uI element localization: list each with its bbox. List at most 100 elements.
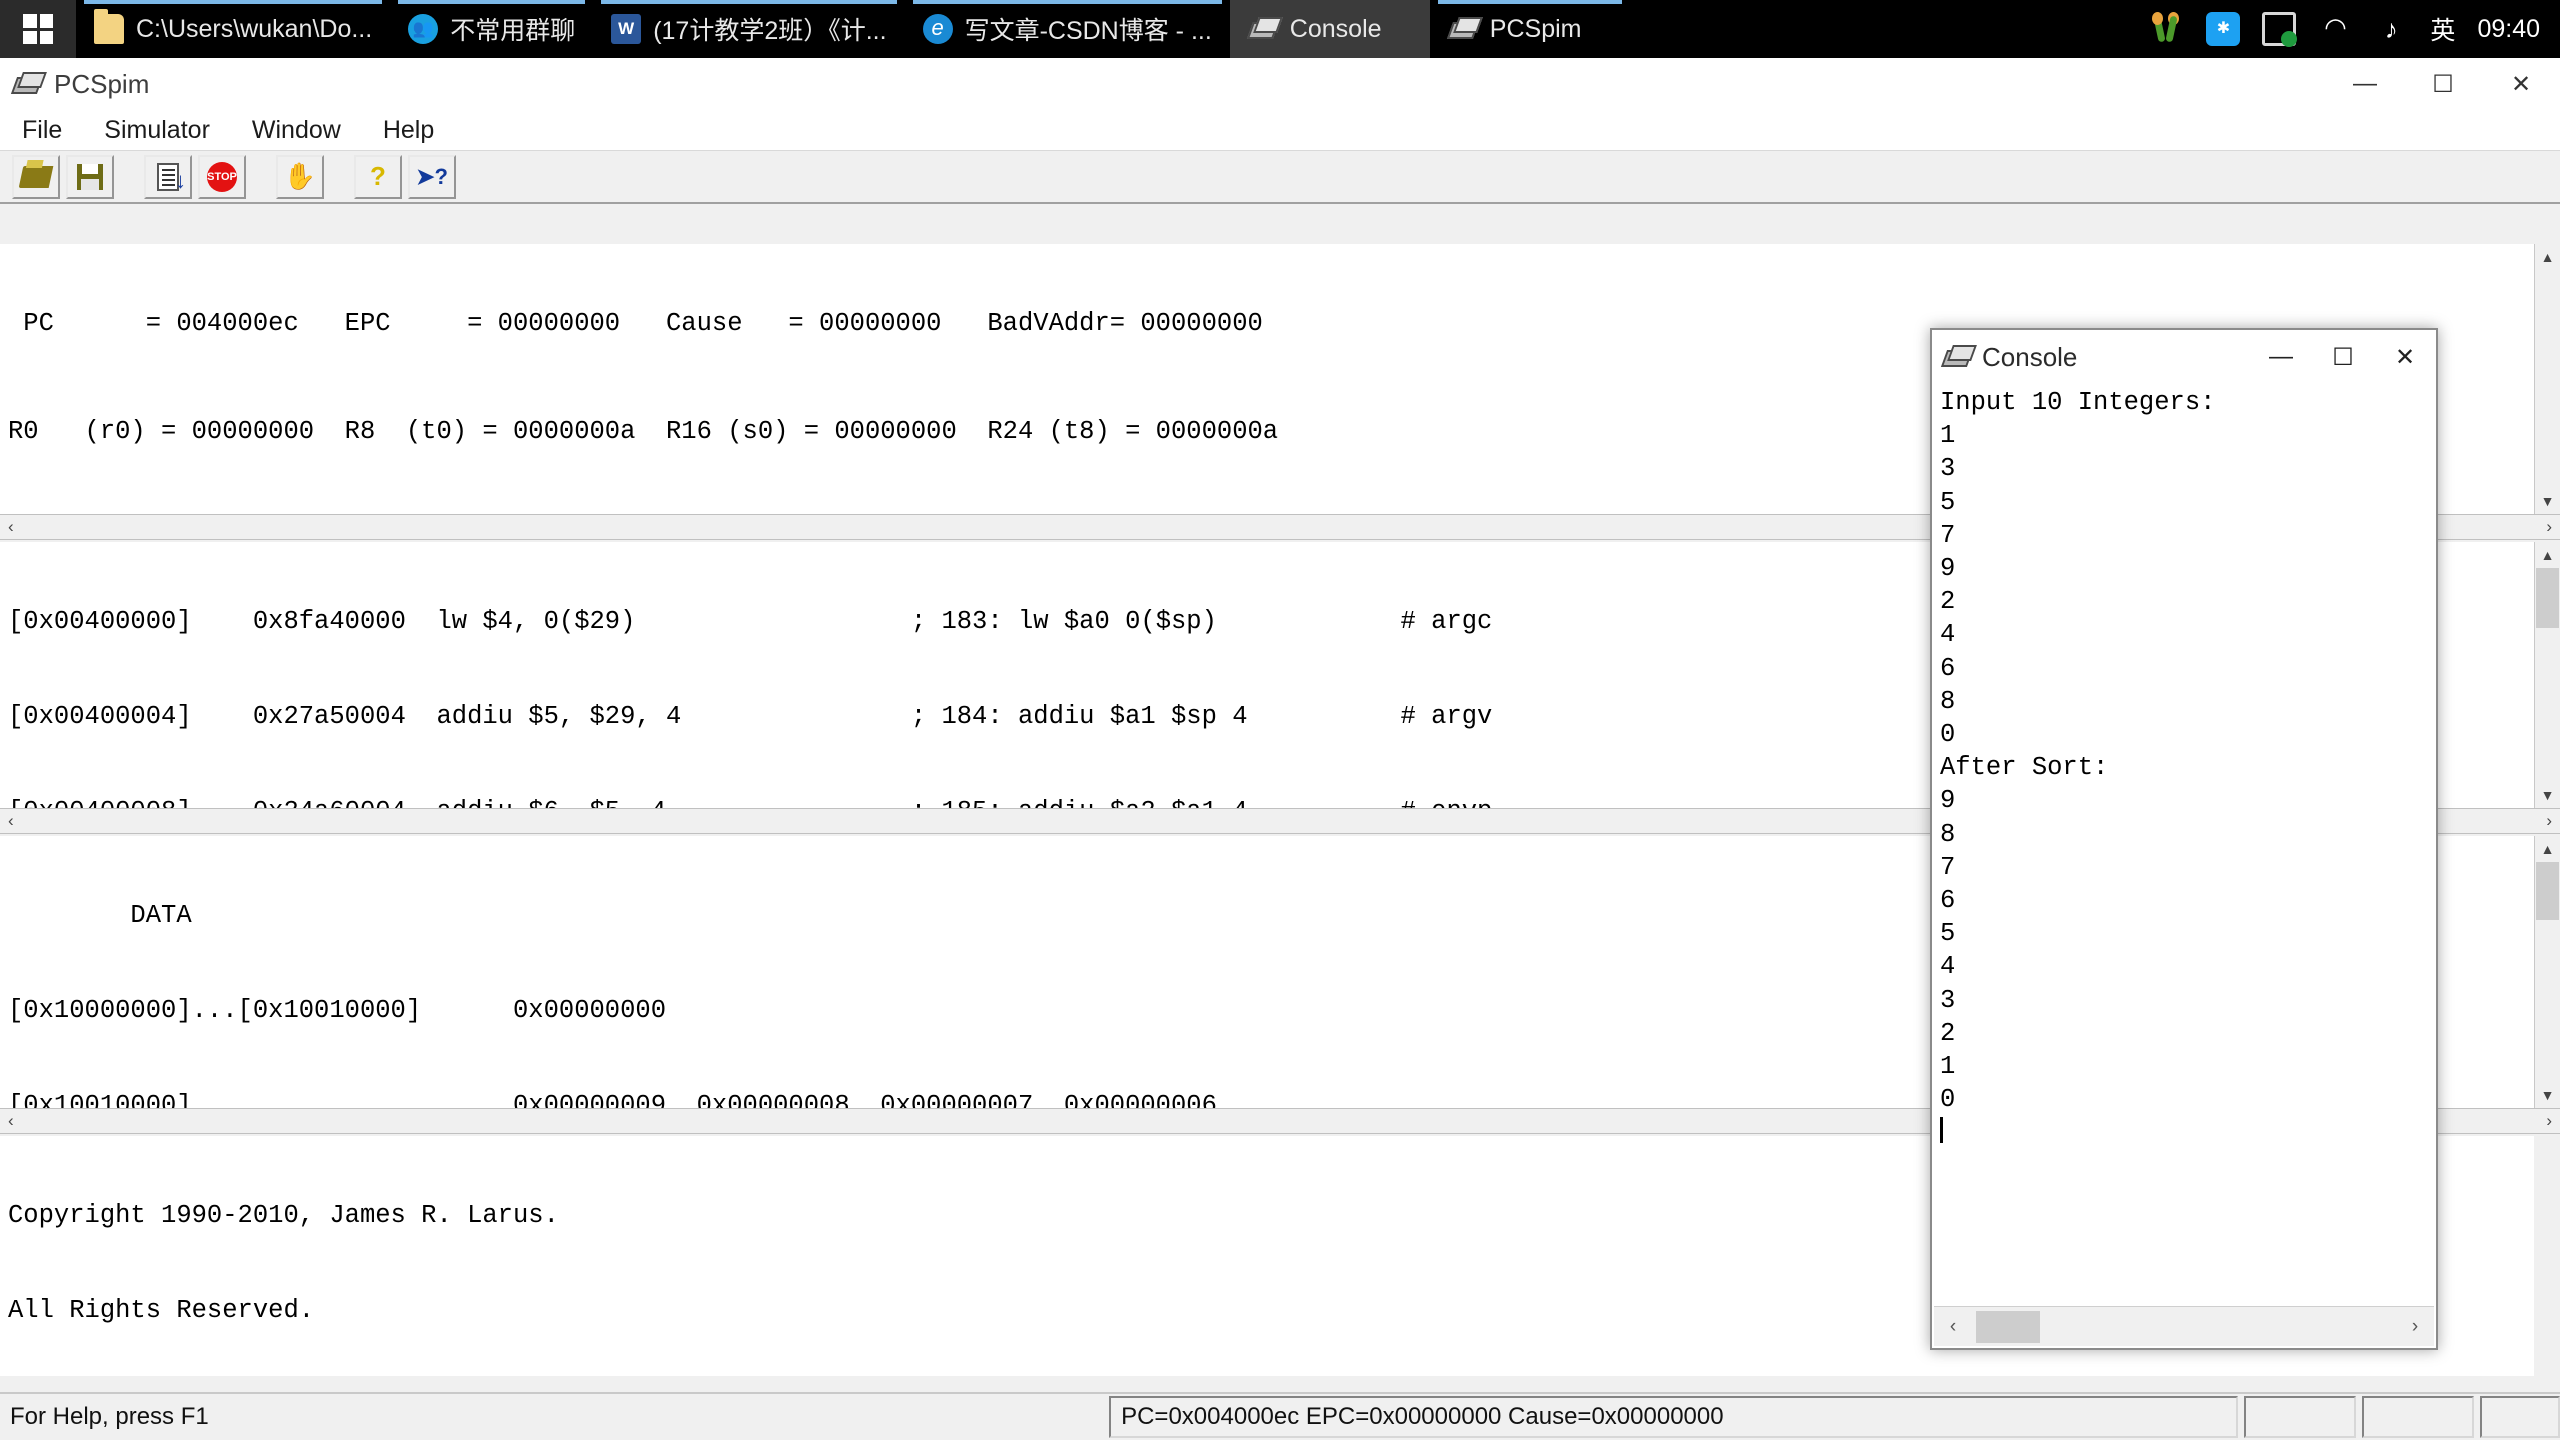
start-button[interactable]: [0, 0, 76, 58]
splitter-right-arrow[interactable]: ›: [2538, 811, 2560, 831]
status-cell-2: [2362, 1396, 2475, 1438]
screen: C:\Users\wukan\Do... 不常用群聊 (17计教学2班）《计..…: [0, 0, 2560, 1440]
close-button[interactable]: ✕: [2482, 58, 2560, 110]
taskbar-item-label: PCSpim: [1489, 14, 1582, 43]
wifi-icon[interactable]: [2318, 12, 2352, 46]
minimize-button[interactable]: —: [2326, 58, 2404, 110]
maximize-button[interactable]: ☐: [2404, 58, 2482, 110]
word-icon: [611, 14, 642, 44]
text-segment-scrollbar[interactable]: ▲ ▼: [2534, 542, 2560, 808]
context-help-button[interactable]: ➤?: [408, 154, 456, 199]
edge-icon: [922, 14, 953, 44]
splitter-right-arrow[interactable]: ›: [2538, 517, 2560, 537]
scroll-down-arrow[interactable]: ▼: [2535, 1082, 2560, 1108]
menu-item-simulator[interactable]: Simulator: [98, 114, 216, 147]
menu-item-file[interactable]: File: [16, 114, 68, 147]
task-accent-bar: [84, 0, 383, 4]
console-output[interactable]: Input 10 Integers: 1 3 5 7 9 2 4 6 8 0 A…: [1934, 386, 2434, 1304]
console-window[interactable]: Console — ☐ ✕ Input 10 Integers: 1 3 5 7…: [1930, 328, 2438, 1350]
console-close-button[interactable]: ✕: [2374, 330, 2436, 384]
open-folder-icon: [18, 165, 54, 188]
toolbar: ↓ STOP ✋ ? ➤?: [0, 150, 2560, 204]
open-file-button[interactable]: [12, 154, 60, 199]
splitter-left-arrow[interactable]: ‹: [0, 811, 22, 831]
menu-bar: File Simulator Window Help: [0, 110, 2560, 150]
scroll-up-arrow[interactable]: ▲: [2535, 244, 2560, 270]
taskbar-item-qq[interactable]: 不常用群聊: [390, 0, 593, 58]
spim-icon: [1942, 342, 1972, 372]
scroll-down-arrow[interactable]: ▼: [2535, 782, 2560, 808]
scroll-down-arrow[interactable]: ▼: [2535, 488, 2560, 514]
down-arrow-icon: ↓: [175, 167, 186, 193]
taskbar-item-label: Console: [1289, 14, 1382, 43]
console-window-controls: — ☐ ✕: [2250, 330, 2436, 384]
splitter-left-arrow[interactable]: ‹: [0, 1111, 22, 1131]
save-file-button[interactable]: [66, 154, 114, 199]
scroll-right-arrow[interactable]: ›: [2396, 1316, 2434, 1338]
scroll-up-arrow[interactable]: ▲: [2535, 836, 2560, 862]
plants-icon[interactable]: [2150, 12, 2184, 46]
taskbar-item-word[interactable]: (17计教学2班）《计...: [593, 0, 904, 58]
volume-icon[interactable]: [2374, 12, 2408, 46]
data-segment-scrollbar[interactable]: ▲ ▼: [2534, 836, 2560, 1108]
folder-icon: [94, 9, 124, 44]
taskbar: C:\Users\wukan\Do... 不常用群聊 (17计教学2班）《计..…: [0, 0, 2560, 58]
status-bar: For Help, press F1 PC=0x004000ec EPC=0x0…: [0, 1392, 2560, 1440]
splitter-right-arrow[interactable]: ›: [2538, 1111, 2560, 1131]
console-caret: [1940, 1117, 1943, 1144]
window-controls: — ☐ ✕: [2326, 58, 2560, 110]
status-registers: PC=0x004000ec EPC=0x00000000 Cause=0x000…: [1109, 1396, 2239, 1438]
windows-logo-icon: [23, 14, 53, 44]
taskbar-item-label: 写文章-CSDN博客 - ...: [964, 17, 1212, 45]
menu-item-help[interactable]: Help: [377, 114, 440, 147]
taskbar-item-edge[interactable]: 写文章-CSDN博客 - ...: [905, 0, 1230, 58]
title-bar: PCSpim — ☐ ✕: [0, 58, 2560, 110]
break-button[interactable]: ✋: [276, 154, 324, 199]
task-accent-bar: [601, 0, 897, 4]
task-accent-bar: [398, 0, 586, 4]
help-button[interactable]: ?: [354, 154, 402, 199]
taskbar-item-label: 不常用群聊: [450, 17, 576, 45]
splitter-left-arrow[interactable]: ‹: [0, 517, 22, 537]
console-minimize-button[interactable]: —: [2250, 330, 2312, 384]
ime-indicator[interactable]: 英: [2430, 11, 2455, 47]
console-title-bar[interactable]: Console — ☐ ✕: [1932, 330, 2436, 384]
qq-icon: [408, 14, 439, 44]
registers-rows-scrollbar[interactable]: ▼: [2534, 352, 2560, 514]
taskbar-item-console[interactable]: Console: [1229, 0, 1430, 58]
window-title: PCSpim: [54, 68, 150, 99]
floppy-save-icon: [77, 163, 103, 190]
scroll-thumb[interactable]: [2536, 568, 2559, 628]
status-cell-1: [2244, 1396, 2357, 1438]
spim-icon: [1248, 14, 1278, 44]
stop-sign-icon: STOP: [207, 161, 237, 192]
scroll-thumb[interactable]: [2536, 862, 2559, 920]
console-horizontal-scrollbar[interactable]: ‹ ›: [1934, 1306, 2434, 1346]
hand-icon: ✋: [283, 161, 317, 191]
system-tray: 英 09:40: [2130, 0, 2560, 58]
scroll-thumb[interactable]: [1976, 1310, 2040, 1343]
clock[interactable]: 09:40: [2477, 15, 2540, 44]
console-maximize-button[interactable]: ☐: [2312, 330, 2374, 384]
console-output-text: Input 10 Integers: 1 3 5 7 9 2 4 6 8 0 A…: [1940, 388, 2216, 1115]
status-help-text: For Help, press F1: [10, 1403, 209, 1430]
spim-icon: [1448, 14, 1478, 44]
screen-capture-icon[interactable]: [2262, 12, 2298, 47]
taskbar-item-label: (17计教学2班）《计...: [653, 17, 887, 45]
console-window-title: Console: [1982, 341, 2078, 372]
task-accent-bar: [912, 0, 1222, 4]
taskbar-item-pcspim[interactable]: PCSpim: [1430, 0, 1630, 58]
task-accent-bar: [1437, 0, 1622, 4]
taskbar-item-label: C:\Users\wukan\Do...: [136, 14, 373, 43]
taskbar-item-explorer[interactable]: C:\Users\wukan\Do...: [76, 0, 390, 58]
stop-button[interactable]: STOP: [198, 154, 246, 199]
status-cell-3: [2480, 1396, 2560, 1438]
scroll-left-arrow[interactable]: ‹: [1934, 1316, 1972, 1338]
step-button[interactable]: ↓: [144, 154, 192, 199]
tencent-icon[interactable]: [2206, 12, 2241, 46]
question-mark-icon: ?: [370, 161, 386, 191]
spim-icon: [12, 69, 42, 99]
menu-item-window[interactable]: Window: [246, 114, 347, 147]
scroll-up-arrow[interactable]: ▲: [2535, 542, 2560, 568]
registers-pane-scrollbar[interactable]: ▲: [2534, 244, 2560, 352]
